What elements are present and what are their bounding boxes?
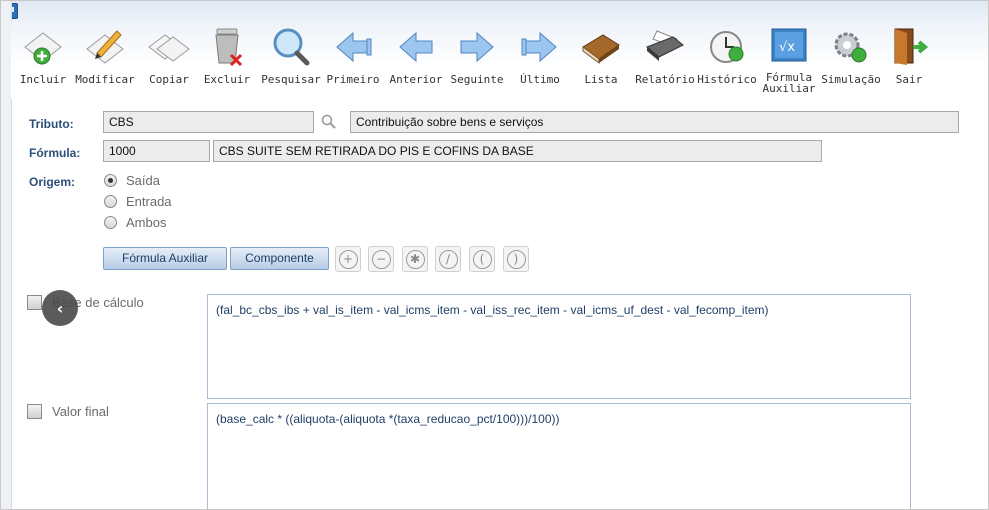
tributo-code-field[interactable]: CBS <box>103 111 314 133</box>
historico-button[interactable]: Histórico <box>695 25 759 95</box>
next-arrow-icon <box>455 25 499 69</box>
modificar-label: Modificar <box>75 73 135 86</box>
title-bar <box>1 1 988 21</box>
open-paren-icon: ( <box>472 249 492 269</box>
open-paren-button[interactable]: ( <box>469 246 495 272</box>
close-paren-icon: ) <box>506 249 526 269</box>
gears-icon <box>829 25 873 69</box>
tributo-label: Tributo: <box>29 117 74 131</box>
minus-icon: − <box>371 249 391 269</box>
componente-button[interactable]: Componente <box>230 247 329 270</box>
tributo-description-field: Contribuição sobre bens e serviços <box>350 111 959 133</box>
simulacao-button[interactable]: Simulação <box>819 25 883 95</box>
historico-label: Histórico <box>697 73 757 86</box>
primeiro-label: Primeiro <box>326 73 380 86</box>
pesquisar-button[interactable]: Pesquisar <box>259 25 323 95</box>
sair-label: Sair <box>895 73 923 86</box>
excluir-button[interactable]: Excluir <box>195 25 259 95</box>
origem-radio-entrada[interactable]: Entrada <box>104 194 172 209</box>
scroll-left-button[interactable]: ‹ <box>42 290 78 326</box>
magnifier-icon <box>269 25 313 69</box>
sair-button[interactable]: Sair <box>877 25 941 95</box>
radio-icon <box>104 216 117 229</box>
edit-icon <box>83 25 127 69</box>
incluir-button[interactable]: Incluir <box>11 25 75 95</box>
copy-icon <box>147 25 191 69</box>
simulacao-label: Simulação <box>821 73 881 86</box>
exit-door-icon <box>887 25 931 69</box>
seguinte-label: Seguinte <box>450 73 504 86</box>
base-calculo-expression[interactable]: (fal_bc_cbs_ibs + val_is_item - val_icms… <box>207 294 911 399</box>
copiar-button[interactable]: Copiar <box>137 25 201 95</box>
slash-icon: / <box>438 249 458 269</box>
close-paren-button[interactable]: ) <box>503 246 529 272</box>
ultimo-button[interactable]: Último <box>508 25 572 95</box>
origem-option-label: Ambos <box>126 215 167 230</box>
book-icon <box>579 25 623 69</box>
lista-label: Lista <box>584 73 618 86</box>
valor-final-expression[interactable]: (base_calc * ((aliquota-(aliquota *(taxa… <box>207 403 911 509</box>
incluir-label: Incluir <box>19 73 67 86</box>
valor-final-label: Valor final <box>52 404 109 419</box>
toolbar: Incluir Modificar Copiar Excluir Pesquis… <box>11 21 988 99</box>
modificar-button[interactable]: Modificar <box>73 25 137 95</box>
plus-operator-button[interactable]: + <box>335 246 361 272</box>
chevron-left-icon: ‹ <box>56 298 64 318</box>
formula-auxiliar-toolbar-button[interactable]: √x Fórmula Auxiliar <box>757 25 821 95</box>
anterior-label: Anterior <box>389 73 443 86</box>
copiar-label: Copiar <box>149 73 189 86</box>
asterisk-icon: ✱ <box>405 249 425 269</box>
first-arrow-icon <box>331 25 375 69</box>
radio-selected-icon <box>104 174 117 187</box>
primeiro-button[interactable]: Primeiro <box>321 25 385 95</box>
trash-icon <box>205 25 249 69</box>
formula-code-field[interactable]: 1000 <box>103 140 210 162</box>
base-calculo-checkbox[interactable] <box>27 295 42 310</box>
radio-icon <box>104 195 117 208</box>
plus-icon: + <box>338 249 358 269</box>
multiply-operator-button[interactable]: ✱ <box>402 246 428 272</box>
formula-icon: √x <box>767 25 811 69</box>
history-icon <box>705 25 749 69</box>
formula-auxiliar-button[interactable]: Fórmula Auxiliar <box>103 247 227 270</box>
divide-operator-button[interactable]: / <box>435 246 461 272</box>
minus-operator-button[interactable]: − <box>368 246 394 272</box>
anterior-button[interactable]: Anterior <box>384 25 448 95</box>
main-window: Incluir Modificar Copiar Excluir Pesquis… <box>0 0 989 510</box>
origem-option-label: Saída <box>126 173 160 188</box>
add-icon <box>21 25 65 69</box>
excluir-label: Excluir <box>203 73 251 86</box>
origem-radio-ambos[interactable]: Ambos <box>104 215 166 230</box>
printer-icon <box>643 25 687 69</box>
origem-label: Origem: <box>29 175 76 189</box>
seguinte-button[interactable]: Seguinte <box>445 25 509 95</box>
formula-auxiliar-toolbar-label: Fórmula Auxiliar <box>762 71 816 95</box>
tributo-search-icon[interactable] <box>321 114 337 135</box>
formula-description-field[interactable]: CBS SUITE SEM RETIRADA DO PIS E COFINS D… <box>213 140 822 162</box>
origem-option-label: Entrada <box>126 194 172 209</box>
relatorio-button[interactable]: Relatório <box>633 25 697 95</box>
pesquisar-label: Pesquisar <box>261 73 321 86</box>
previous-arrow-icon <box>394 25 438 69</box>
relatorio-label: Relatório <box>635 73 695 86</box>
last-arrow-icon <box>518 25 562 69</box>
valor-final-checkbox[interactable] <box>27 404 42 419</box>
origem-radio-saida[interactable]: Saída <box>104 173 160 188</box>
ultimo-label: Último <box>520 73 560 86</box>
svg-text:√x: √x <box>779 40 795 55</box>
formula-label: Fórmula: <box>29 146 81 160</box>
lista-button[interactable]: Lista <box>569 25 633 95</box>
